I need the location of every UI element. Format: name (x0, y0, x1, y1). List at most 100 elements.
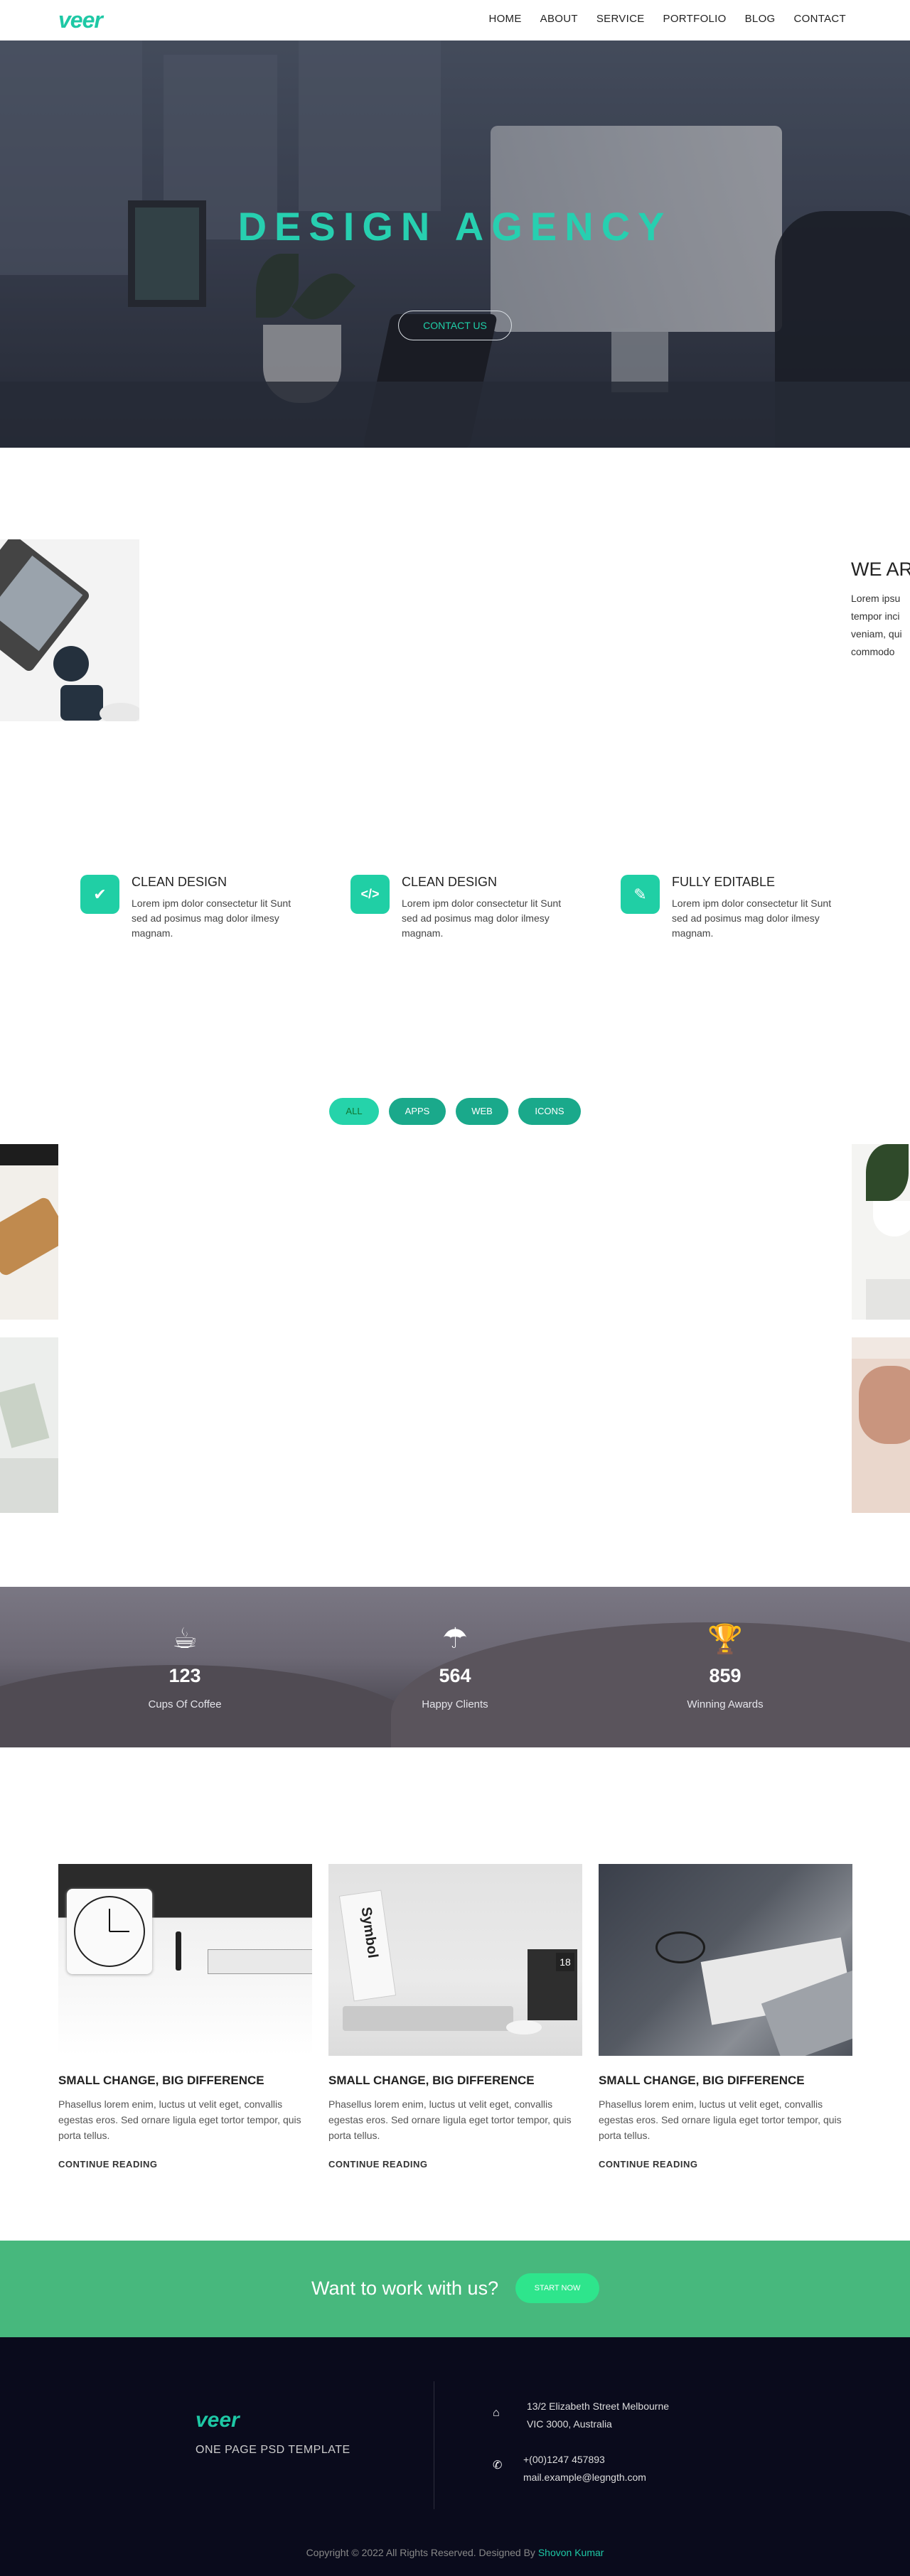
brand-logo[interactable]: veer (58, 7, 103, 33)
about-line: tempor inci (851, 610, 900, 622)
footer-tagline: ONE PAGE PSD TEMPLATE (196, 2444, 350, 2456)
hero-title: DESIGN AGENCY (237, 204, 673, 249)
blog-text: Phasellus lorem enim, luctus ut velit eg… (599, 2098, 842, 2141)
laptop (343, 2006, 513, 2031)
stat-awards: 🏆 859 Winning Awards (619, 1622, 832, 1710)
blog-title[interactable]: SMALL CHANGE, BIG DIFFERENCE (328, 2074, 582, 2088)
blog-text: Phasellus lorem enim, luctus ut velit eg… (328, 2098, 572, 2141)
feature-title: FULLY EDITABLE (672, 875, 776, 889)
start-now-button[interactable]: START NOW (515, 2273, 599, 2303)
continue-reading-link[interactable]: CONTINUE READING (328, 2159, 582, 2170)
notebook (208, 1949, 312, 1974)
mouse (506, 2020, 542, 2035)
filter-all[interactable]: ALL (329, 1098, 379, 1125)
stat-coffee: ☕ 123 Cups Of Coffee (78, 1622, 291, 1710)
main-menu: HOME ABOUT SERVICE PORTFOLIO BLOG CONTAC… (488, 13, 846, 25)
pen-icon (176, 1931, 181, 1971)
book-cover: Symbol (338, 1890, 397, 2002)
trophy-icon: 🏆 (707, 1624, 743, 1655)
feature-text: Lorem ipm dolor consectetur lit Sunt sed… (402, 898, 562, 939)
portfolio-item[interactable] (852, 1144, 910, 1320)
code-icon: </> (350, 875, 390, 914)
footer-contact: +(00)1247 457893 mail.example@legngth.co… (523, 2451, 646, 2486)
clock-hand (109, 1909, 110, 1931)
footer-address: 13/2 Elizabeth Street Melbourne VIC 3000… (527, 2398, 669, 2433)
nav-service[interactable]: SERVICE (596, 13, 645, 25)
book-label: Symbol (358, 1906, 381, 1959)
footer-phone[interactable]: +(00)1247 457893 (523, 2451, 646, 2469)
portfolio-filters: ALL APPS WEB ICONS (0, 1098, 910, 1125)
footer: veer ONE PAGE PSD TEMPLATE ⌂ 13/2 Elizab… (0, 2337, 910, 2576)
stats-section: ☕ 123 Cups Of Coffee ☂ 564 Happy Clients… (0, 1587, 910, 1747)
stat-label: Happy Clients (422, 1698, 488, 1710)
filter-icons[interactable]: ICONS (518, 1098, 581, 1125)
address-line: 13/2 Elizabeth Street Melbourne (527, 2400, 670, 2412)
stat-clients: ☂ 564 Happy Clients (348, 1622, 562, 1710)
footer-logo[interactable]: veer (196, 2408, 240, 2432)
about-text: Lorem ipsu tempor inci veniam, qui commo… (851, 590, 910, 661)
nav-portfolio[interactable]: PORTFOLIO (663, 13, 727, 25)
clock-hand (109, 1931, 129, 1932)
about-line: Lorem ipsu (851, 593, 901, 604)
edit-icon: ✎ (621, 875, 660, 914)
nav-home[interactable]: HOME (488, 13, 521, 25)
blog-text: Phasellus lorem enim, luctus ut velit eg… (58, 2098, 301, 2141)
nav-about[interactable]: ABOUT (540, 13, 578, 25)
stat-value: 123 (168, 1665, 201, 1686)
portfolio-desk (0, 1458, 58, 1513)
portfolio-frame (0, 1383, 50, 1448)
feature-title: CLEAN DESIGN (132, 875, 228, 889)
filter-web[interactable]: WEB (456, 1098, 508, 1125)
stat-value: 859 (709, 1665, 742, 1686)
about-dish (100, 703, 139, 721)
portfolio-wood-stand (0, 1195, 58, 1278)
glasses-icon (655, 1931, 705, 1963)
blog-image[interactable] (599, 1864, 852, 2056)
cta-banner: Want to work with us? START NOW (0, 2241, 910, 2337)
portfolio-desk (866, 1279, 910, 1320)
umbrella-icon: ☂ (442, 1623, 468, 1654)
blog-title[interactable]: SMALL CHANGE, BIG DIFFERENCE (58, 2074, 312, 2088)
address-line: VIC 3000, Australia (527, 2418, 612, 2430)
designer-link[interactable]: Shovon Kumar (538, 2547, 604, 2558)
portfolio-item[interactable] (852, 1337, 910, 1513)
copyright: Copyright © 2022 All Rights Reserved. De… (0, 2547, 910, 2558)
blog-card: SMALL CHANGE, BIG DIFFERENCE Phasellus l… (599, 1864, 852, 2170)
nav-contact[interactable]: CONTACT (794, 13, 846, 25)
about-mug (60, 685, 103, 721)
about-line: veniam, qui (851, 628, 902, 640)
about-image (0, 539, 139, 721)
blog-card: SMALL CHANGE, BIG DIFFERENCE Phasellus l… (58, 1864, 312, 2170)
continue-reading-link[interactable]: CONTINUE READING (599, 2159, 852, 2170)
portfolio-hands (859, 1366, 910, 1444)
check-circle-icon: ✔ (80, 875, 119, 914)
contact-us-button[interactable]: CONTACT US (398, 311, 512, 340)
blog-title[interactable]: SMALL CHANGE, BIG DIFFERENCE (599, 2074, 852, 2088)
feature-text: Lorem ipm dolor consectetur lit Sunt sed… (672, 898, 832, 939)
portfolio-item-shade (0, 1144, 58, 1165)
top-navbar: veer HOME ABOUT SERVICE PORTFOLIO BLOG C… (0, 0, 910, 41)
portfolio-item-shade (852, 1337, 910, 1359)
portfolio-plant (866, 1144, 909, 1201)
portfolio-pot (873, 1201, 910, 1236)
stat-value: 564 (439, 1665, 471, 1686)
about-heading: WE AR (851, 559, 910, 580)
coffee-cup-icon: ☕ (172, 1623, 198, 1654)
portfolio-item[interactable] (0, 1144, 58, 1320)
continue-reading-link[interactable]: CONTINUE READING (58, 2159, 312, 2170)
nav-blog[interactable]: BLOG (745, 13, 776, 25)
about-cup (53, 646, 89, 681)
feature-text: Lorem ipm dolor consectetur lit Sunt sed… (132, 898, 291, 939)
blog-image[interactable]: Symbol 18 (328, 1864, 582, 2056)
filter-apps[interactable]: APPS (389, 1098, 446, 1125)
stat-label: Cups Of Coffee (148, 1698, 222, 1710)
about-line: commodo (851, 646, 895, 657)
portfolio-item[interactable] (0, 1337, 58, 1513)
hero-section: DESIGN AGENCY CONTACT US (0, 41, 910, 448)
blog-card: Symbol 18 SMALL CHANGE, BIG DIFFERENCE P… (328, 1864, 582, 2170)
blog-image[interactable] (58, 1864, 312, 2056)
stat-label: Winning Awards (687, 1698, 764, 1710)
feature-title: CLEAN DESIGN (402, 875, 498, 889)
footer-email[interactable]: mail.example@legngth.com (523, 2469, 646, 2486)
copyright-text: Copyright © 2022 All Rights Reserved. De… (306, 2547, 535, 2558)
